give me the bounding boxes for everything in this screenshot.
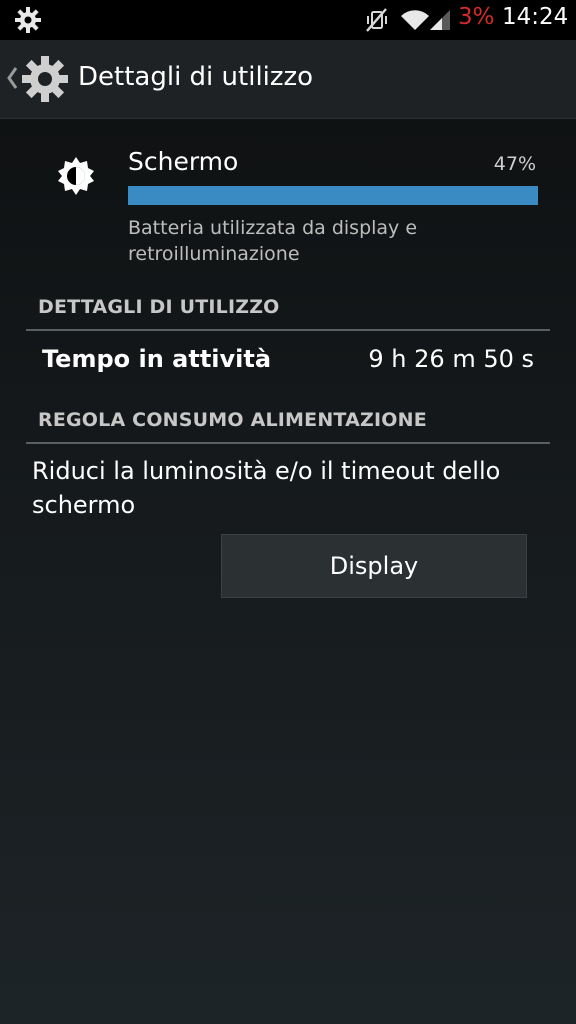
section-header-power-adjust: REGOLA CONSUMO ALIMENTAZIONE <box>38 409 427 431</box>
power-tip-text: Riduci la luminosità e/o il timeout dell… <box>32 457 501 519</box>
uptime-label: Tempo in attività <box>42 345 272 373</box>
brightness-icon <box>58 157 94 195</box>
section-divider <box>26 442 550 444</box>
uptime-value: 9 h 26 m 50 s <box>368 345 534 373</box>
section-divider <box>26 329 550 331</box>
gear-icon <box>15 7 41 33</box>
wifi-icon <box>401 10 429 30</box>
battery-level-text: 3% <box>458 4 495 30</box>
clock: 14:24 <box>502 4 569 30</box>
chevron-left-icon[interactable] <box>4 64 20 92</box>
action-bar: Dettagli di utilizzo <box>0 40 576 119</box>
usage-progress-fill <box>128 186 538 205</box>
section-header-usage-details: DETTAGLI DI UTILIZZO <box>38 296 280 318</box>
usage-percent: 47% <box>493 153 536 175</box>
usage-item-name: Schermo <box>128 147 239 176</box>
page-title: Dettagli di utilizzo <box>78 62 314 92</box>
status-bar: 3% 14:24 <box>0 0 576 40</box>
vibrate-mute-icon <box>366 8 387 32</box>
signal-icon <box>430 10 450 30</box>
usage-description: Batteria utilizzata da display e retroil… <box>128 217 418 265</box>
display-settings-button[interactable]: Display <box>221 534 527 598</box>
usage-progress-bar <box>128 186 538 205</box>
settings-gear-icon[interactable] <box>20 54 70 104</box>
